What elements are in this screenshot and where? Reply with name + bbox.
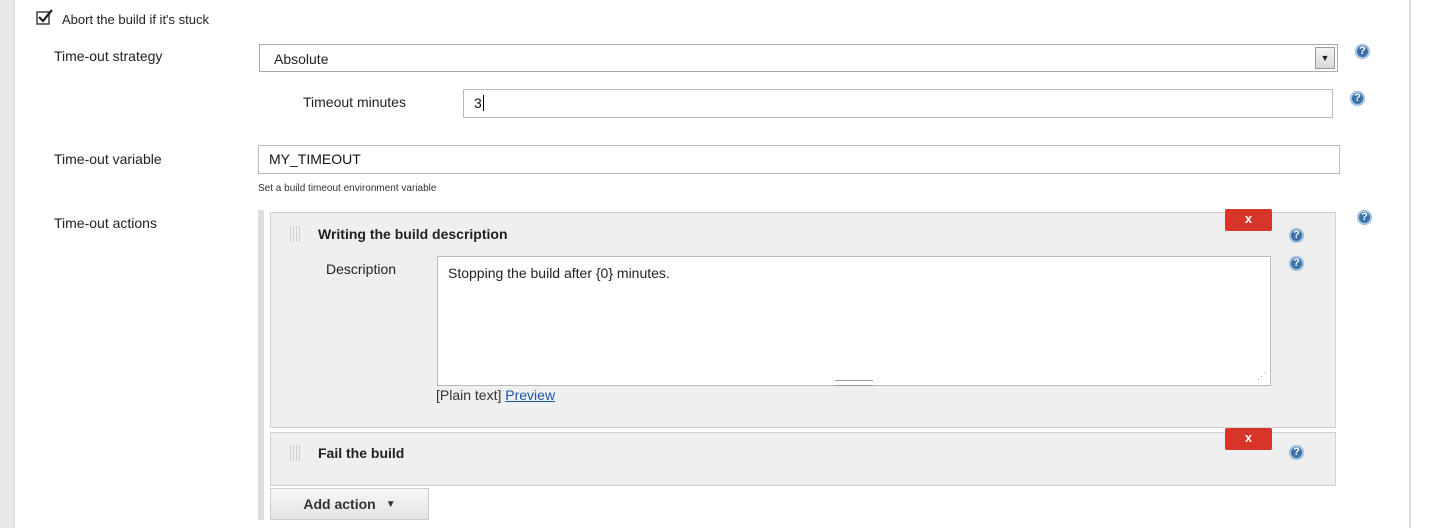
- action-help-icon[interactable]: ?: [1289, 445, 1304, 460]
- abort-checkbox-row[interactable]: Abort the build if it's stuck: [36, 8, 209, 30]
- strategy-label: Time-out strategy: [54, 48, 163, 64]
- description-textarea[interactable]: Stopping the build after {0} minutes. ⋰: [437, 256, 1271, 386]
- drag-handle-icon[interactable]: [290, 445, 302, 461]
- strategy-help-icon[interactable]: ?: [1355, 44, 1370, 59]
- actions-label: Time-out actions: [54, 215, 157, 231]
- delete-action-button[interactable]: x: [1225, 209, 1272, 231]
- abort-label: Abort the build if it's stuck: [62, 11, 209, 27]
- action-title: Writing the build description: [318, 226, 508, 242]
- timeout-minutes-label: Timeout minutes: [303, 94, 406, 110]
- timeout-minutes-input[interactable]: 3: [463, 89, 1333, 118]
- textarea-resize-bar[interactable]: [835, 380, 873, 386]
- right-scroll-gutter: [1409, 0, 1433, 528]
- resize-grip-icon[interactable]: ⋰: [1257, 371, 1266, 382]
- description-value: Stopping the build after {0} minutes.: [448, 265, 670, 281]
- format-row: [Plain text] Preview: [436, 387, 555, 403]
- delete-action-button[interactable]: x: [1225, 428, 1272, 450]
- left-gutter: [0, 0, 15, 528]
- variable-value: MY_TIMEOUT: [269, 151, 361, 167]
- actions-help-icon[interactable]: ?: [1357, 210, 1372, 225]
- variable-input[interactable]: MY_TIMEOUT: [258, 145, 1340, 174]
- abort-checkbox[interactable]: [36, 9, 53, 26]
- caret-down-icon: ▼: [385, 498, 396, 510]
- strategy-selected-value: Absolute: [274, 51, 329, 67]
- action-fail-build: [270, 432, 1336, 486]
- drag-handle-icon[interactable]: [290, 226, 302, 242]
- strategy-select[interactable]: Absolute ▼: [259, 44, 1338, 72]
- checkmark-icon: [36, 9, 53, 25]
- action-title: Fail the build: [318, 445, 405, 461]
- action-help-icon[interactable]: ?: [1289, 228, 1304, 243]
- add-action-label: Add action: [303, 496, 376, 512]
- variable-hint: Set a build timeout environment variable: [258, 183, 437, 194]
- description-label: Description: [326, 261, 397, 277]
- add-action-button[interactable]: Add action ▼: [270, 488, 429, 520]
- chevron-down-icon[interactable]: ▼: [1315, 47, 1335, 69]
- timeout-minutes-value: 3: [474, 95, 482, 111]
- timeout-minutes-help-icon[interactable]: ?: [1350, 91, 1365, 106]
- preview-link[interactable]: Preview: [505, 387, 555, 403]
- plain-text-label: [Plain text]: [436, 387, 502, 403]
- description-help-icon[interactable]: ?: [1289, 256, 1304, 271]
- variable-label: Time-out variable: [54, 151, 162, 167]
